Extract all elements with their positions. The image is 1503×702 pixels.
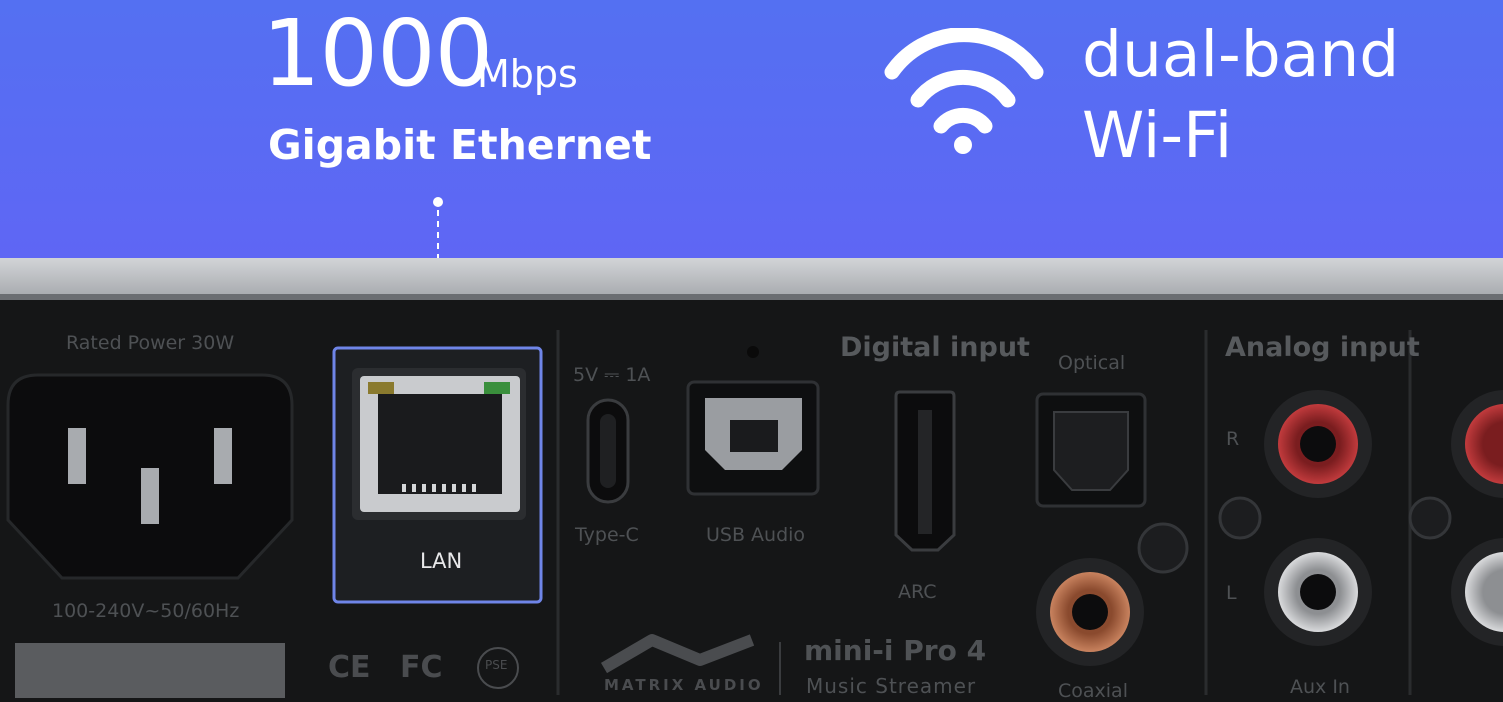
serial-label-plate — [15, 643, 285, 698]
ethernet-speed-value: 1000 — [262, 0, 493, 107]
fcc-mark: FC — [400, 650, 443, 685]
ce-mark: CE — [328, 650, 371, 685]
ethernet-speed-unit: Mbps — [477, 52, 578, 96]
channel-l-label: L — [1226, 582, 1237, 604]
coaxial-label: Coaxial — [1058, 680, 1128, 702]
pse-mark: PSE — [485, 658, 508, 672]
optical-label: Optical — [1058, 352, 1126, 374]
wifi-heading-line1: dual-band — [1082, 18, 1400, 91]
usb-audio-label: USB Audio — [706, 524, 806, 546]
voltage-label: 100-240V~50/60Hz — [52, 600, 240, 622]
usbc-power-label: 5V ⎓ 1A — [573, 364, 651, 386]
model-name: mini-i Pro 4 — [804, 634, 987, 667]
lan-port-label: LAN — [420, 549, 463, 573]
arc-label: ARC — [898, 581, 937, 603]
brand-wordmark: MATRIX AUDIO — [604, 676, 764, 694]
rated-power-label: Rated Power 30W — [66, 332, 235, 354]
model-subtitle: Music Streamer — [806, 674, 977, 698]
typec-label: Type-C — [575, 524, 639, 546]
analog-input-heading: Analog input — [1225, 332, 1420, 363]
channel-r-label: R — [1226, 428, 1240, 450]
ethernet-label: Gigabit Ethernet — [268, 121, 652, 169]
digital-input-heading: Digital input — [840, 332, 1030, 363]
wifi-icon — [884, 28, 1044, 154]
wifi-heading-line2: Wi-Fi — [1082, 99, 1233, 172]
device-rear-panel — [0, 258, 1503, 695]
